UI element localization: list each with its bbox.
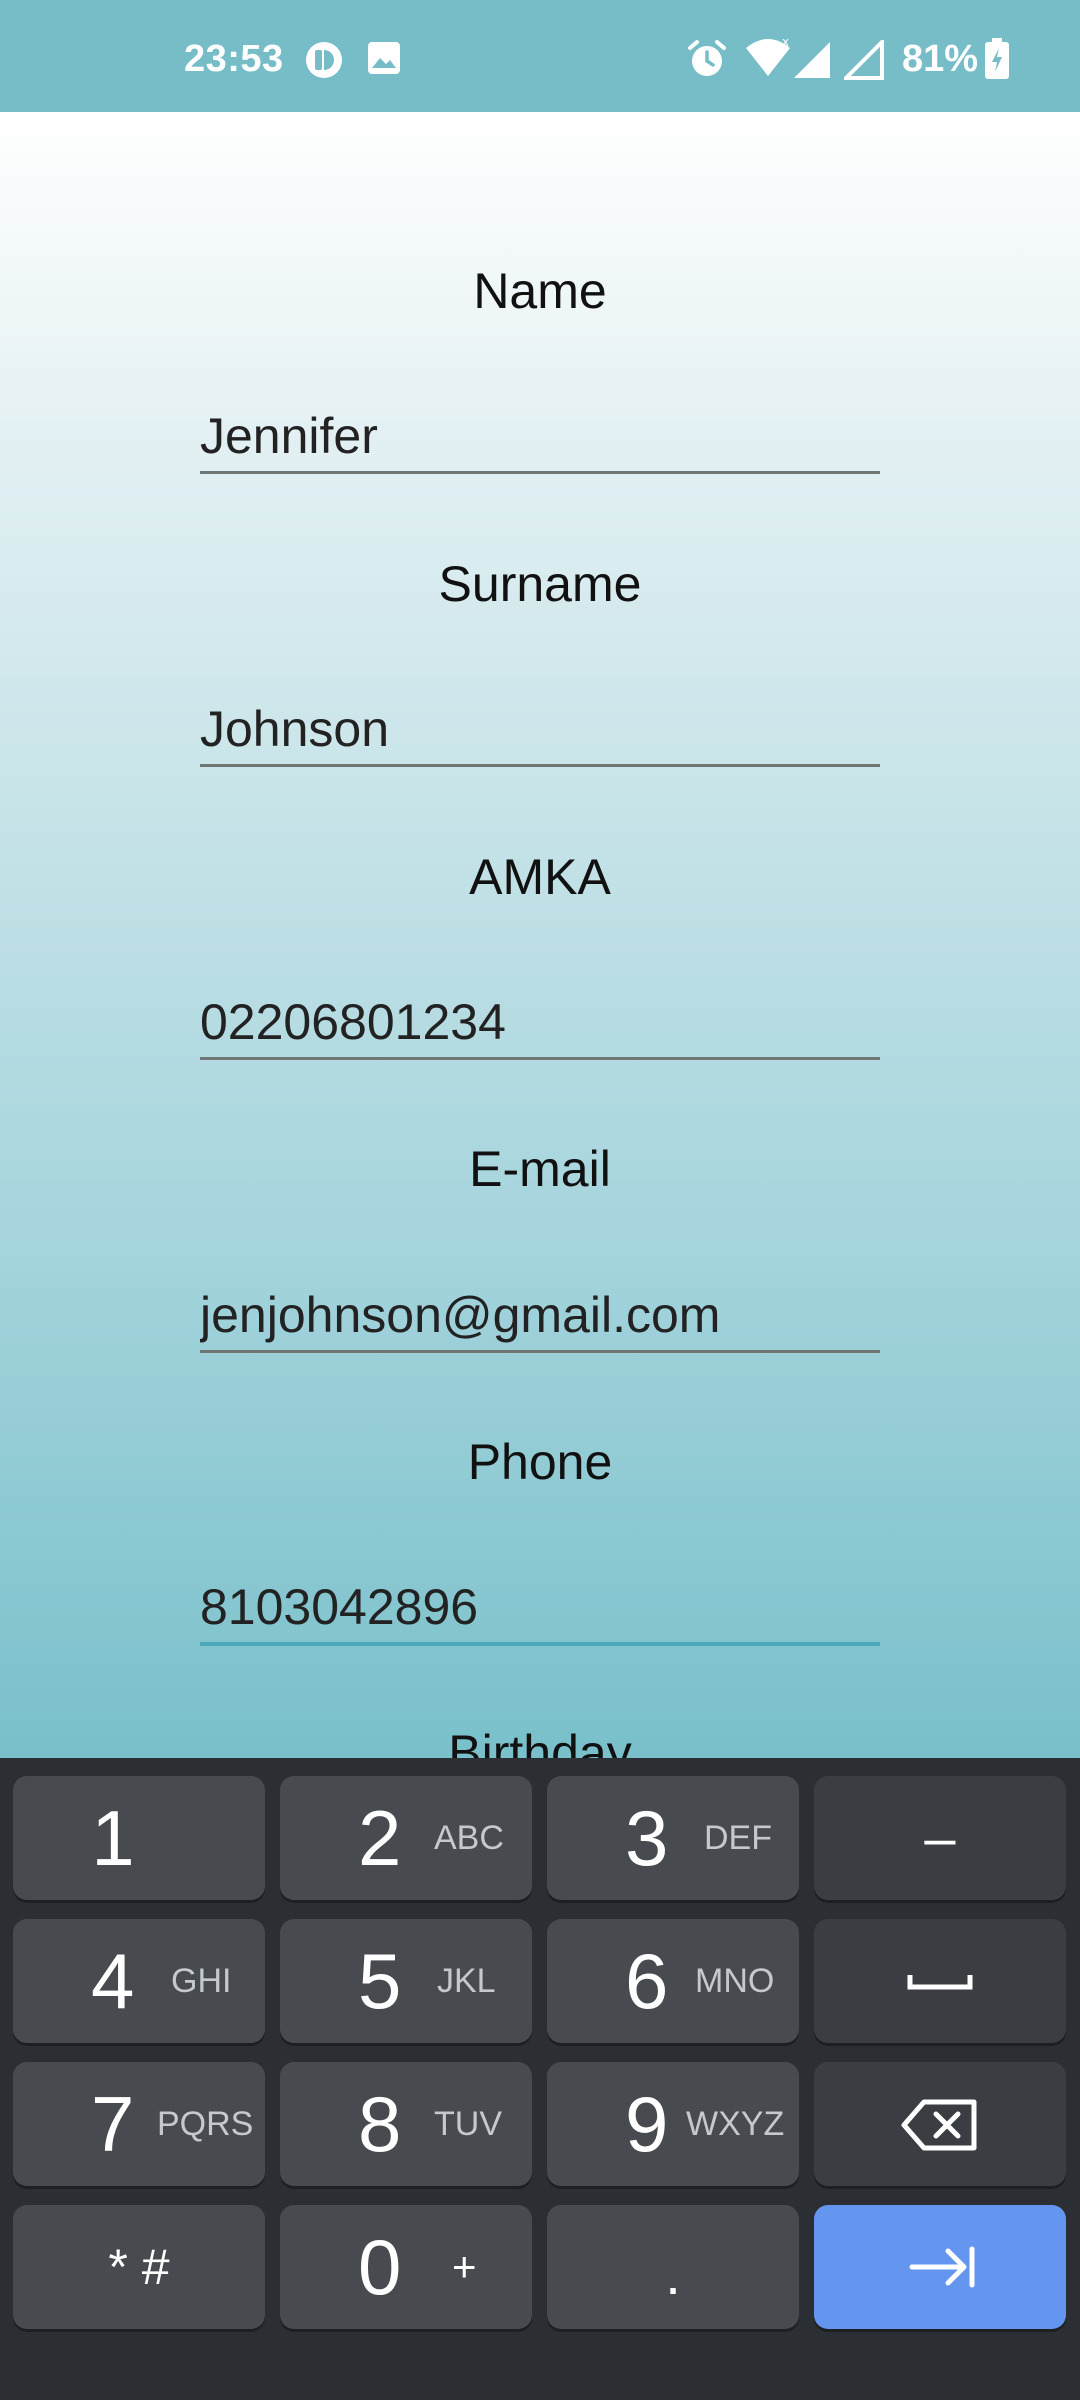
image-icon bbox=[366, 40, 402, 81]
key-0-digit: 0 bbox=[358, 2223, 402, 2311]
key-7-digit: 7 bbox=[91, 2080, 135, 2168]
key-star-hash-label: * # bbox=[108, 2239, 170, 2295]
wifi-icon: x bbox=[744, 35, 792, 85]
key-backspace[interactable] bbox=[814, 2062, 1066, 2186]
key-2-digit: 2 bbox=[358, 1794, 402, 1882]
key-9-digit: 9 bbox=[625, 2080, 669, 2168]
key-1-digit: 1 bbox=[91, 1794, 135, 1882]
key-2-letters: ABC bbox=[434, 1819, 504, 1857]
key-next[interactable] bbox=[814, 2205, 1066, 2329]
email-label: E-mail bbox=[469, 1141, 611, 1197]
key-7-letters: PQRS bbox=[157, 2105, 254, 2143]
key-minus[interactable]: – bbox=[814, 1776, 1066, 1900]
key-5[interactable]: 5 JKL bbox=[280, 1919, 532, 2043]
name-input[interactable]: Jennifer bbox=[200, 401, 880, 474]
key-8-letters: TUV bbox=[434, 2105, 502, 2143]
amka-label: AMKA bbox=[469, 849, 611, 905]
key-period-label: . bbox=[665, 2243, 681, 2306]
key-8-digit: 8 bbox=[358, 2080, 402, 2168]
key-9[interactable]: 9 WXYZ bbox=[547, 2062, 799, 2186]
key-1[interactable]: 1 bbox=[13, 1776, 265, 1900]
name-label: Name bbox=[473, 263, 607, 319]
key-9-letters: WXYZ bbox=[686, 2105, 785, 2143]
key-3-digit: 3 bbox=[625, 1794, 669, 1882]
tab-next-icon bbox=[909, 2246, 975, 2288]
battery-charging-icon bbox=[984, 38, 1010, 85]
signal-icon bbox=[792, 40, 832, 85]
key-3[interactable]: 3 DEF bbox=[547, 1776, 799, 1900]
amka-input[interactable]: 02206801234 bbox=[200, 987, 880, 1060]
surname-label: Surname bbox=[438, 556, 642, 612]
key-minus-label: – bbox=[924, 1806, 956, 1869]
profile-form: Name Jennifer Surname Johnson AMKA 02206… bbox=[0, 112, 1080, 1758]
email-input[interactable]: jenjohnson@gmail.com bbox=[200, 1280, 880, 1353]
key-6-digit: 6 bbox=[625, 1937, 669, 2025]
alarm-icon bbox=[686, 38, 728, 85]
surname-input[interactable]: Johnson bbox=[200, 694, 880, 767]
birthday-label: Birthday bbox=[448, 1725, 632, 1758]
key-0[interactable]: 0 + bbox=[280, 2205, 532, 2329]
space-icon bbox=[907, 1975, 973, 1990]
numeric-keyboard: 1 2 ABC 3 DEF – 4 GHI 5 JKL 6 MNO 7 PQRS… bbox=[0, 1758, 1080, 2400]
key-space[interactable] bbox=[814, 1919, 1066, 2043]
key-star-hash[interactable]: * # bbox=[13, 2205, 265, 2329]
key-2[interactable]: 2 ABC bbox=[280, 1776, 532, 1900]
signal-icon-2 bbox=[841, 37, 884, 85]
key-5-letters: JKL bbox=[437, 1962, 496, 2000]
key-4[interactable]: 4 GHI bbox=[13, 1919, 265, 2043]
key-0-letters: + bbox=[452, 2243, 477, 2290]
key-8[interactable]: 8 TUV bbox=[280, 2062, 532, 2186]
status-bar: 23:53 x 81% bbox=[0, 0, 1080, 112]
app-notification-icon bbox=[304, 40, 344, 85]
svg-text:x: x bbox=[782, 36, 789, 49]
battery-percent: 81% bbox=[902, 38, 979, 80]
key-6-letters: MNO bbox=[695, 1962, 775, 2000]
key-6[interactable]: 6 MNO bbox=[547, 1919, 799, 2043]
key-4-digit: 4 bbox=[91, 1937, 135, 2025]
key-5-digit: 5 bbox=[358, 1937, 402, 2025]
phone-input[interactable]: 8103042896 bbox=[200, 1572, 880, 1646]
backspace-icon bbox=[901, 2099, 977, 2151]
status-time: 23:53 bbox=[184, 38, 284, 80]
phone-label: Phone bbox=[467, 1434, 613, 1490]
key-7[interactable]: 7 PQRS bbox=[13, 2062, 265, 2186]
key-4-letters: GHI bbox=[171, 1962, 232, 2000]
key-3-letters: DEF bbox=[704, 1819, 772, 1857]
key-period[interactable]: . bbox=[547, 2205, 799, 2329]
